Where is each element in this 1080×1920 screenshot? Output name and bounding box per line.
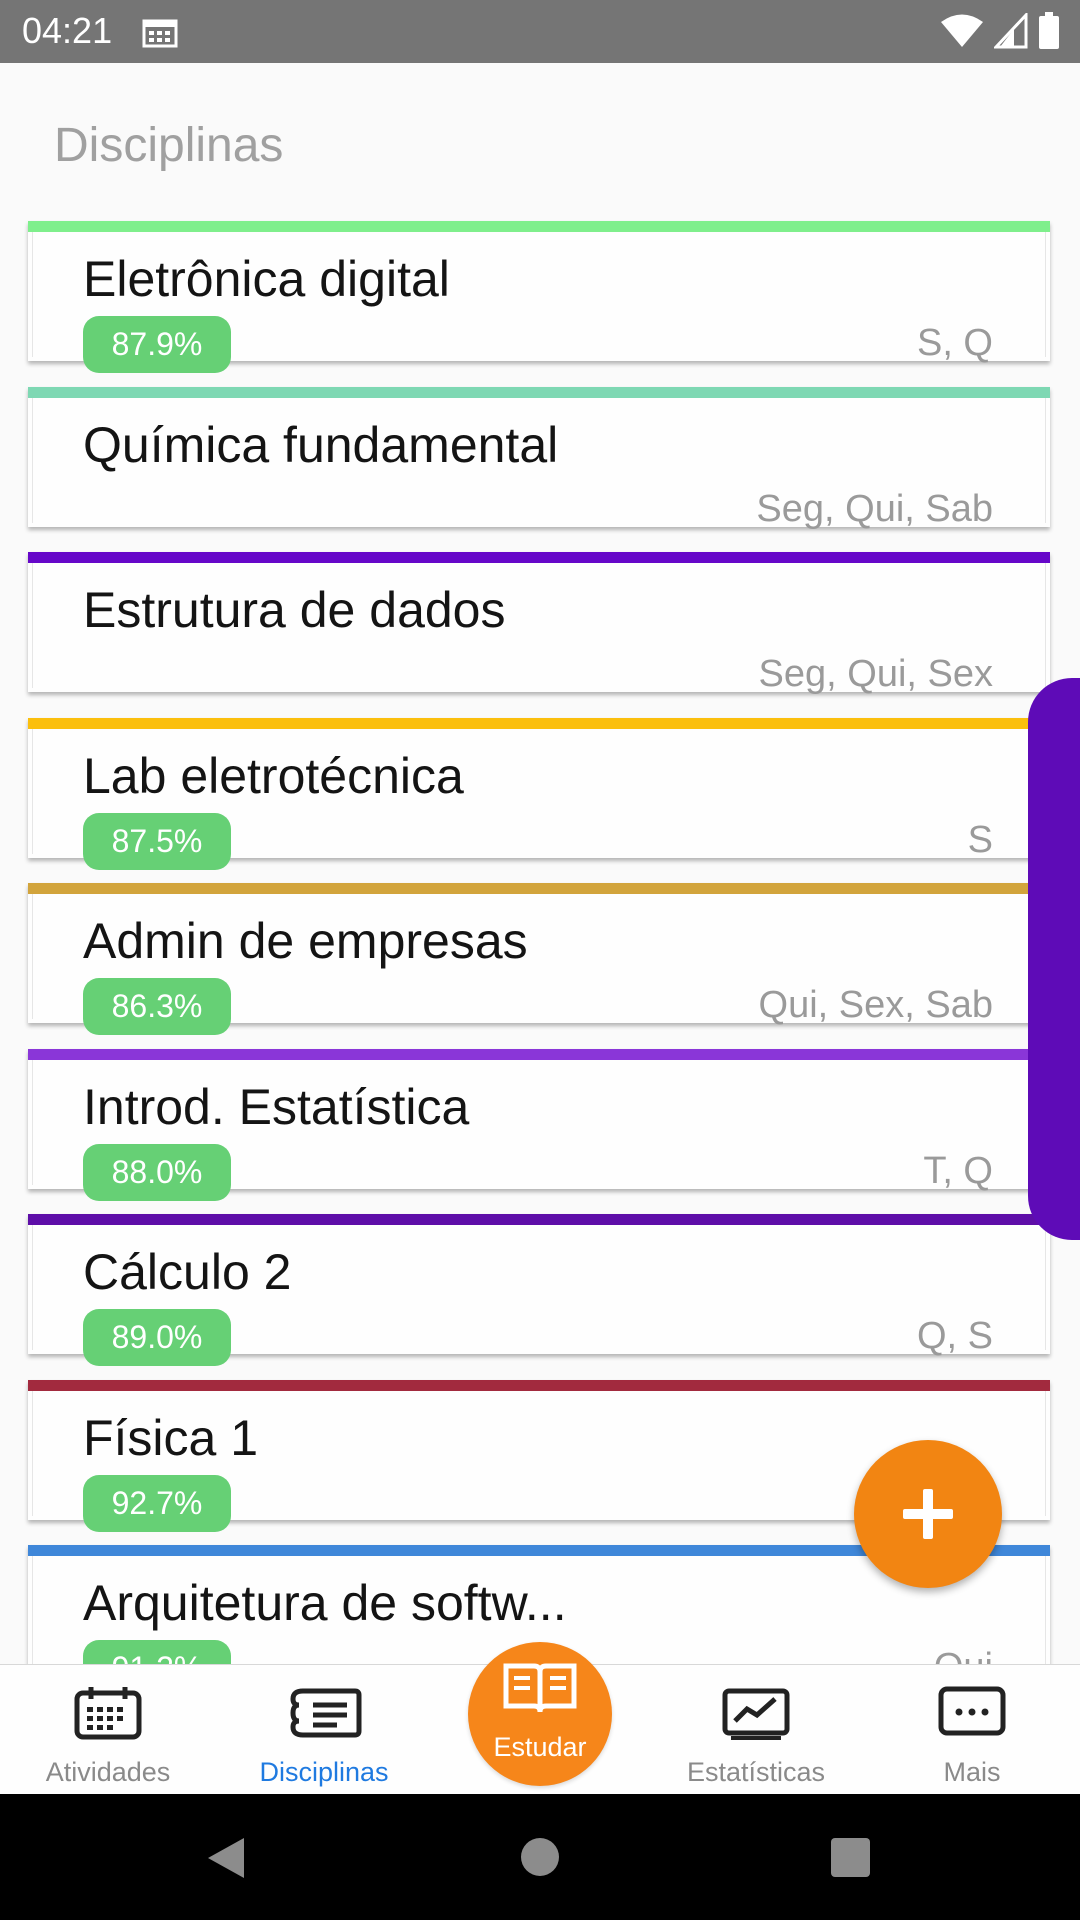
list-icon (290, 1688, 362, 1738)
discipline-name: Eletrônica digital (83, 251, 450, 307)
system-nav-bar (0, 1794, 1080, 1920)
status-bar: 04:21 (0, 0, 1080, 63)
discipline-days: Seg, Qui, Sex (758, 653, 993, 695)
back-icon[interactable] (206, 1836, 246, 1880)
discipline-days: S, Q (916, 322, 993, 364)
color-bar (28, 1214, 1050, 1225)
discipline-name: Física 1 (83, 1410, 259, 1466)
discipline-name: Química fundamental (83, 417, 559, 473)
discipline-name: Estrutura de dados (83, 582, 506, 638)
card-body: Admin de empresas 86.3% Qui, Sex, Sab (32, 894, 1046, 1035)
card-body: Introd. Estatística 88.0% T, Q (32, 1060, 1046, 1201)
card-body: Lab eletrotécnica 87.5% S (32, 729, 1046, 870)
discipline-days: Qui, Sex, Sab (758, 984, 993, 1026)
nav-label: Estudar (493, 1732, 587, 1762)
nav-label: Mais (943, 1757, 1001, 1787)
more-icon (938, 1686, 1006, 1736)
nav-label: Atividades (45, 1757, 171, 1787)
color-bar (28, 883, 1050, 894)
percent-badge: 86.3% (83, 978, 231, 1035)
nav-label: Estatísticas (686, 1757, 826, 1787)
nav-mais[interactable]: Mais (882, 1665, 1062, 1795)
nav-disciplinas[interactable]: Disciplinas (234, 1665, 414, 1795)
calendar-icon (142, 19, 178, 48)
nav-estudar[interactable]: Estudar (468, 1642, 612, 1786)
recents-icon[interactable] (831, 1838, 870, 1877)
signal-icon (994, 13, 1028, 49)
battery-icon (1039, 12, 1059, 49)
discipline-name: Cálculo 2 (83, 1244, 292, 1300)
book-icon (503, 1663, 577, 1713)
discipline-name: Arquitetura de softw... (83, 1575, 567, 1631)
discipline-card[interactable]: Admin de empresas 86.3% Qui, Sex, Sab (28, 883, 1050, 1035)
card-body: Estrutura de dados Seg, Qui, Sex (32, 563, 1046, 695)
add-discipline-button[interactable] (854, 1440, 1002, 1588)
discipline-days: S (967, 819, 993, 861)
discipline-card[interactable]: Estrutura de dados Seg, Qui, Sex (28, 552, 1050, 695)
color-bar (28, 552, 1050, 563)
discipline-name: Admin de empresas (83, 913, 528, 969)
discipline-days: Seg, Qui, Sab (756, 488, 993, 530)
card-body: Química fundamental Seg, Qui, Sab (32, 398, 1046, 530)
nav-label: Disciplinas (259, 1757, 389, 1787)
status-icons (940, 12, 1060, 50)
discipline-name: Introd. Estatística (83, 1079, 470, 1135)
nav-estatisticas[interactable]: Estatísticas (666, 1665, 846, 1795)
plus-icon (903, 1489, 953, 1539)
wifi-icon (941, 14, 983, 47)
chart-icon (722, 1688, 790, 1740)
discipline-days: T, Q (923, 1150, 993, 1192)
screen: 04:21 Disciplinas Eletrônica digital 87.… (0, 0, 1080, 1920)
status-time: 04:21 (22, 10, 113, 51)
percent-badge: 87.9% (83, 316, 231, 373)
color-bar (28, 1049, 1050, 1060)
card-body: Eletrônica digital 87.9% S, Q (32, 232, 1046, 373)
percent-badge: 89.0% (83, 1309, 231, 1366)
color-bar (28, 718, 1050, 729)
color-bar (28, 387, 1050, 398)
calendar-icon (74, 1687, 142, 1740)
color-bar (28, 1380, 1050, 1391)
discipline-card[interactable]: Introd. Estatística 88.0% T, Q (28, 1049, 1050, 1201)
page-title: Disciplinas (54, 119, 284, 172)
card-body: Cálculo 2 89.0% Q, S (32, 1225, 1046, 1366)
percent-badge: 92.7% (83, 1475, 231, 1532)
discipline-card[interactable]: Lab eletrotécnica 87.5% S (28, 718, 1050, 870)
discipline-card[interactable]: Química fundamental Seg, Qui, Sab (28, 387, 1050, 530)
color-bar (28, 221, 1050, 232)
nav-atividades[interactable]: Atividades (18, 1665, 198, 1795)
discipline-card[interactable]: Cálculo 2 89.0% Q, S (28, 1214, 1050, 1366)
discipline-card[interactable]: Eletrônica digital 87.9% S, Q (28, 221, 1050, 373)
percent-badge: 87.5% (83, 813, 231, 870)
discipline-days: Q, S (916, 1315, 993, 1357)
side-drawer-handle[interactable] (1028, 678, 1080, 1240)
percent-badge: 88.0% (83, 1144, 231, 1201)
discipline-name: Lab eletrotécnica (83, 748, 464, 804)
home-icon[interactable] (521, 1838, 559, 1876)
